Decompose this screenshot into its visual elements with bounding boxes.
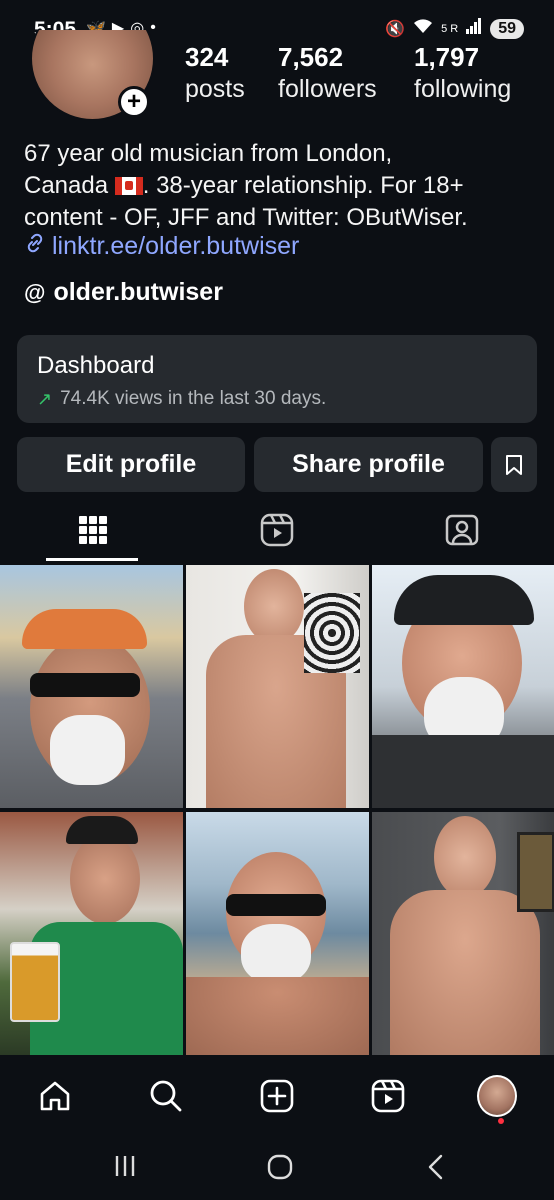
notification-dot (498, 1118, 504, 1124)
profile-tabs (0, 500, 554, 562)
search-icon (150, 1080, 182, 1112)
canada-flag-icon (114, 177, 143, 195)
home-icon (40, 1081, 70, 1111)
tagged-icon (445, 514, 479, 546)
recents-icon (115, 1156, 135, 1176)
reels-icon (371, 1079, 405, 1113)
followers-count: 7,562 (278, 42, 344, 72)
posts-label: posts (185, 75, 245, 103)
mute-icon: 🔇 (385, 20, 406, 38)
signal-icon (466, 18, 482, 39)
profile-bio: 67 year old musician from London, Canada… (24, 138, 539, 234)
signal-label: 5 R (441, 22, 459, 35)
post-thumbnail[interactable] (372, 565, 554, 808)
nav-profile[interactable] (477, 1075, 517, 1117)
home-button[interactable] (266, 1153, 294, 1188)
bio-line-3: content - OF, JFF and Twitter: OButWiser… (24, 204, 468, 231)
add-story-button[interactable]: + (118, 86, 150, 118)
followers-label: followers (278, 75, 377, 103)
post-thumbnail[interactable] (0, 565, 183, 808)
threads-icon: @ (24, 279, 46, 305)
posts-count: 324 (185, 42, 229, 72)
following-stat[interactable]: 1,797 following (414, 42, 511, 104)
bio-line-1: 67 year old musician from London, (24, 140, 393, 167)
battery-indicator: 59 (490, 18, 524, 39)
active-tab-indicator (46, 558, 138, 561)
bio-line-2: Canada . 38-year relationship. For 18+ (24, 170, 539, 202)
following-count: 1,797 (414, 42, 480, 72)
profile-link-text: linktr.ee/older.butwiser (52, 232, 300, 260)
nav-create[interactable] (257, 1076, 297, 1116)
share-profile-button[interactable]: Share profile (254, 437, 483, 492)
post-thumbnail[interactable] (186, 565, 369, 808)
profile-avatar (477, 1075, 517, 1117)
threads-badge[interactable]: @ older.butwiser (24, 278, 223, 307)
dashboard-subtitle: ↗ 74.4K views in the last 30 days. (37, 388, 517, 410)
save-button[interactable] (491, 437, 537, 492)
posts-stat[interactable]: 324 posts (185, 42, 245, 104)
system-navigation (0, 1135, 554, 1200)
wifi-icon (413, 18, 433, 39)
trend-up-icon: ↗ (37, 388, 53, 409)
back-button[interactable] (424, 1153, 448, 1188)
system-status: 🔇 5 R 59 (385, 18, 524, 39)
bio-line-2-start: Canada (24, 172, 115, 199)
tab-reels[interactable] (259, 512, 295, 548)
tab-grid[interactable] (75, 512, 111, 548)
recent-apps-button[interactable] (112, 1153, 138, 1186)
edit-profile-button[interactable]: Edit profile (17, 437, 245, 492)
threads-handle: older.butwiser (53, 278, 223, 306)
post-thumbnail[interactable] (186, 812, 369, 1055)
dashboard-card[interactable]: Dashboard ↗ 74.4K views in the last 30 d… (17, 335, 537, 423)
post-thumbnail[interactable] (0, 812, 183, 1055)
profile-link[interactable]: linktr.ee/older.butwiser (24, 232, 299, 261)
grid-icon (79, 516, 107, 544)
reels-icon (260, 513, 294, 547)
nav-search[interactable] (146, 1076, 186, 1116)
post-thumbnail[interactable] (372, 812, 554, 1055)
bookmark-icon (506, 454, 522, 475)
bottom-navigation (0, 1060, 554, 1135)
circle-home-icon (267, 1154, 293, 1180)
followers-stat[interactable]: 7,562 followers (278, 42, 377, 104)
back-icon (428, 1154, 443, 1180)
tab-tagged[interactable] (444, 512, 480, 548)
nav-home[interactable] (35, 1076, 75, 1116)
create-icon (260, 1079, 294, 1113)
nav-reels[interactable] (368, 1076, 408, 1116)
bio-line-2-end: . 38-year relationship. For 18+ (142, 172, 464, 199)
link-icon (24, 232, 46, 261)
dashboard-views: 74.4K views in the last 30 days. (60, 388, 327, 409)
following-label: following (414, 75, 512, 103)
dashboard-title: Dashboard (37, 352, 155, 379)
